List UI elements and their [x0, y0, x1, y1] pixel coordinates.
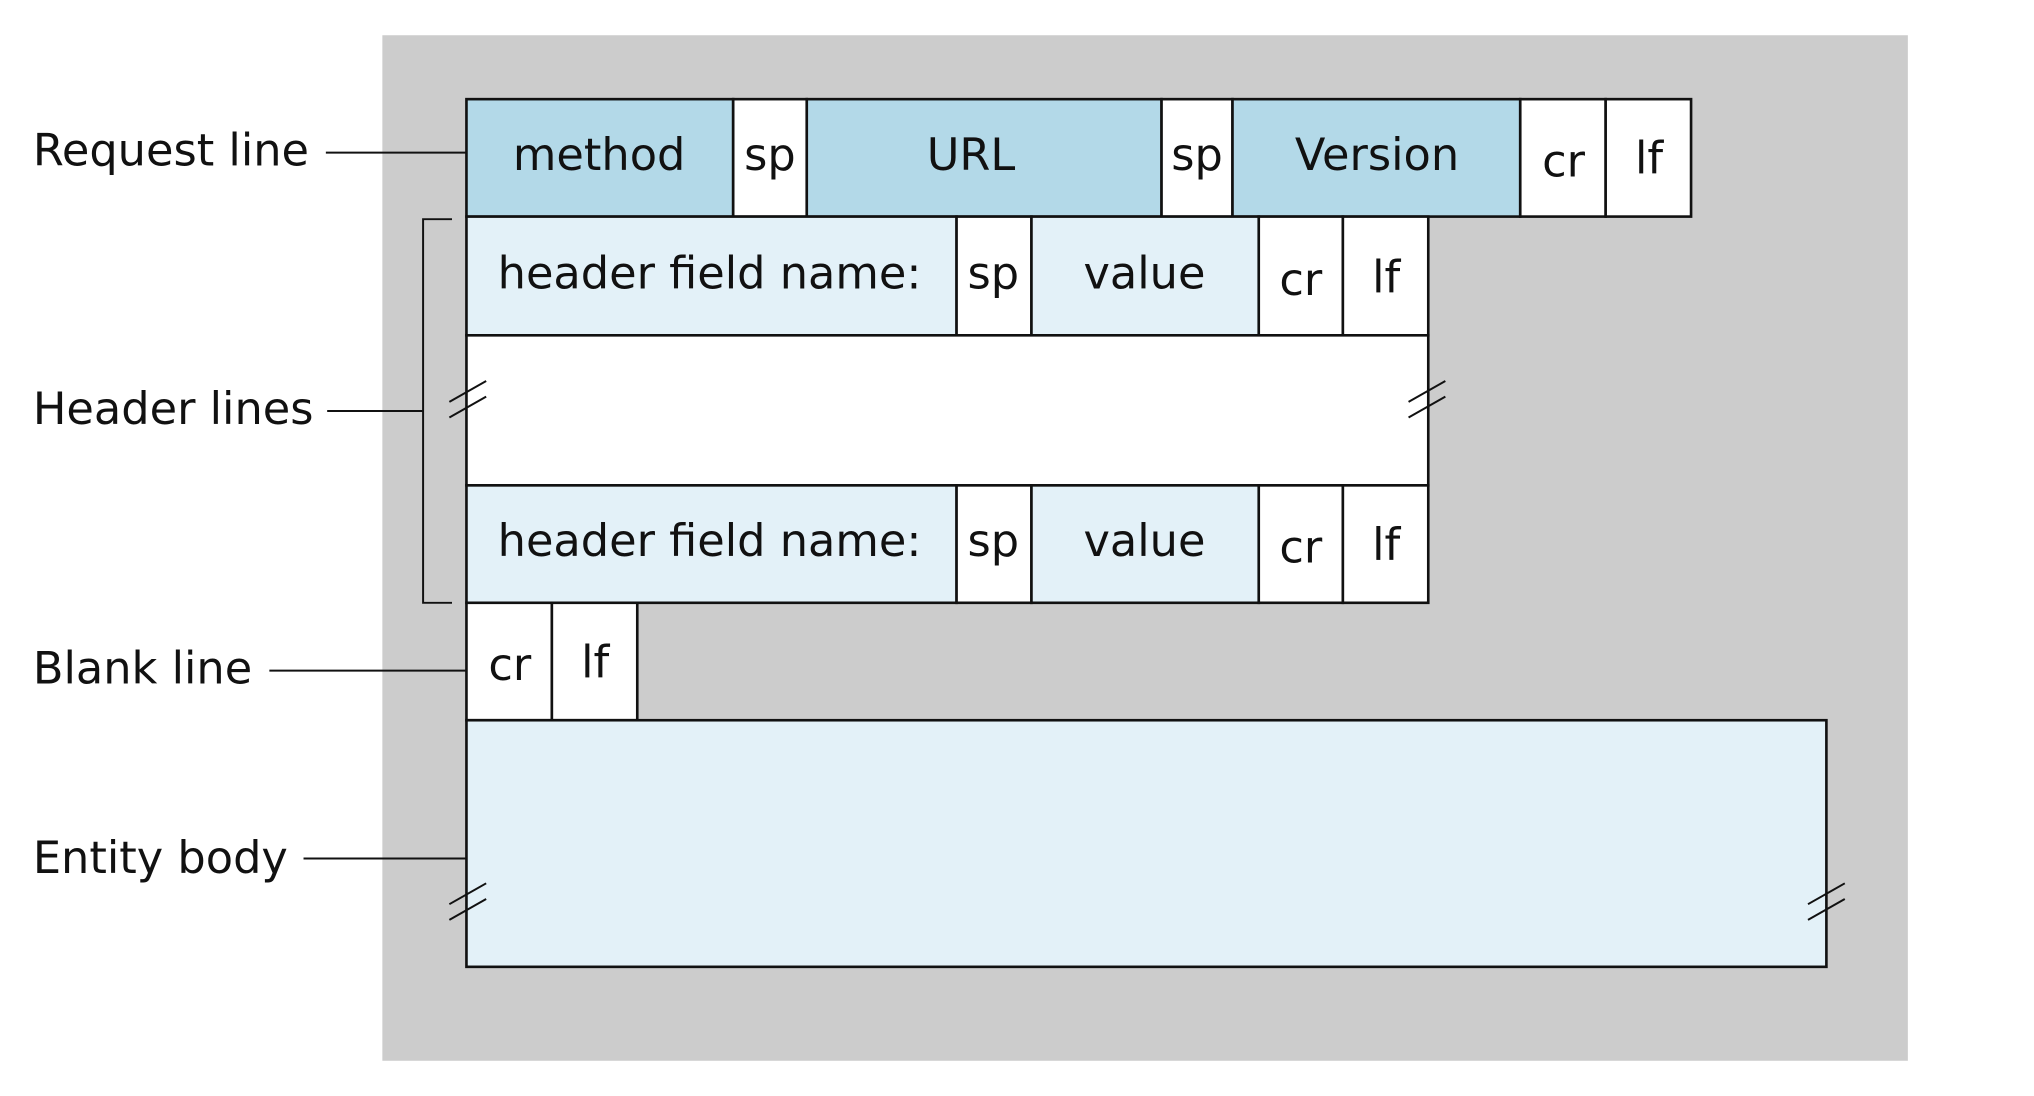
header-field-name-text: header field name: [498, 516, 922, 567]
cr-text: cr [1279, 523, 1323, 574]
cr-text: cr [1542, 136, 1586, 187]
cr-text: cr [488, 640, 532, 691]
entity-body-box [465, 718, 1828, 969]
request-line-row: method sp URL sp Version cr lf [465, 97, 1693, 218]
elided-header-lines [465, 334, 1430, 487]
http-request-message-format-diagram: method sp URL sp Version cr lf header fi… [33, 35, 1908, 1061]
lf-text: lf [1372, 520, 1401, 571]
lf-text: lf [1372, 253, 1401, 304]
request-line-label: Request line [33, 126, 309, 177]
sp-text: sp [1171, 130, 1223, 181]
lf-text: lf [581, 638, 610, 689]
header-line-row-1: header field name: sp value cr lf [465, 215, 1430, 337]
url-text: URL [927, 130, 1016, 181]
lf-text: lf [1635, 134, 1664, 185]
method-text: method [513, 130, 685, 181]
header-line-row-2: header field name: sp value cr lf [465, 484, 1430, 605]
header-lines-label: Header lines [33, 384, 314, 435]
blank-line-label: Blank line [33, 644, 252, 695]
version-text: Version [1295, 130, 1459, 181]
sp-text: sp [744, 130, 796, 181]
value-text: value [1083, 516, 1205, 567]
entity-body-label: Entity body [33, 833, 288, 884]
header-field-name-text: header field name: [498, 249, 922, 300]
blank-line-row: cr lf [465, 601, 639, 722]
value-text: value [1083, 249, 1205, 300]
sp-text: sp [968, 249, 1020, 300]
cr-text: cr [1279, 255, 1323, 306]
sp-text: sp [968, 516, 1020, 567]
